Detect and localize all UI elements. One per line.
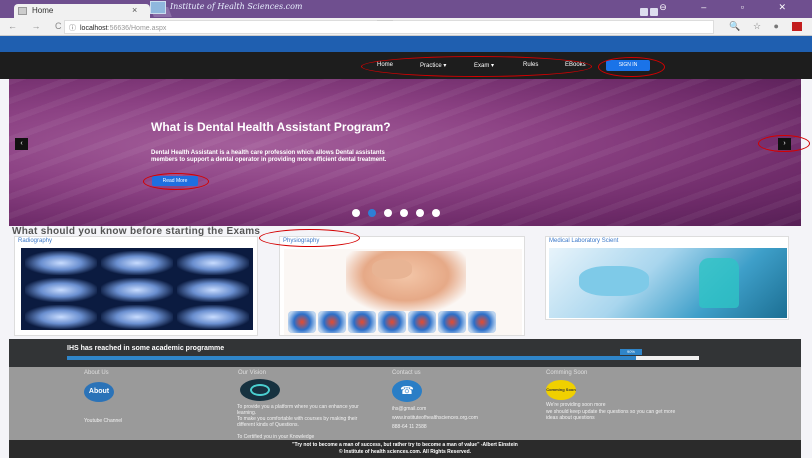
carousel-dot[interactable] <box>352 209 360 217</box>
active-nav-underline <box>377 20 393 21</box>
social-links <box>640 3 660 16</box>
url-input[interactable]: ⓘ localhost:56636/Home.aspx <box>64 20 714 34</box>
browser-titlebar: Home × ⊖ – ▫ ✕ <box>0 0 812 18</box>
xray-image <box>21 248 253 330</box>
annotation-circle-nav <box>361 56 592 77</box>
phone-icon: ☎ <box>392 380 422 402</box>
carousel-dot[interactable] <box>432 209 440 217</box>
window-controls[interactable]: ⊖ – ▫ ✕ <box>659 2 802 13</box>
social-icon[interactable] <box>650 8 658 16</box>
vision-line: To make you comfortable with courses by … <box>237 416 358 428</box>
eye-icon <box>240 379 280 401</box>
card-radiography[interactable]: Radiography <box>14 236 258 336</box>
coming-line: We're providing soon more <box>546 402 606 408</box>
contact-website[interactable]: www.instituteofhealthsciences.org.com <box>392 415 478 421</box>
coming-heading: Comming Soon <box>546 370 588 376</box>
pdf-extension-icon[interactable] <box>792 22 802 31</box>
carousel-prev-button[interactable]: ‹ <box>15 138 28 150</box>
url-host: localhost <box>80 25 108 32</box>
hero-text: Dental Health Assistant is a health care… <box>151 150 387 163</box>
carousel-dot[interactable] <box>384 209 392 217</box>
contact-email[interactable]: ihs@gmail.com <box>392 406 426 412</box>
youtube-link[interactable]: Youtube Channel <box>84 418 122 424</box>
address-bar-icons[interactable]: 🔍 ☆ ● <box>729 21 784 32</box>
annotation-circle-signin <box>598 57 665 77</box>
hero-title: What is Dental Health Assistant Program? <box>151 120 391 134</box>
coming-line: we should keep update the questions so y… <box>546 409 676 421</box>
tab-title: Home <box>32 6 54 15</box>
card-physiography[interactable]: Physiography <box>279 236 525 336</box>
progress-fill <box>67 356 636 360</box>
about-icon[interactable]: About <box>84 382 114 402</box>
carousel-dot[interactable] <box>400 209 408 217</box>
knee-image <box>284 249 522 335</box>
footer-quote: "Try not to become a man of success, but… <box>292 442 518 448</box>
vision-line: To provide you a platform where you can … <box>237 404 359 416</box>
card-title[interactable]: Medical Laboratory Scient <box>549 238 618 244</box>
url-path: :56636/Home.aspx <box>107 25 167 32</box>
hero-carousel <box>9 79 801 226</box>
site-header <box>0 36 812 52</box>
progress-percent-badge: 90% <box>620 349 642 355</box>
card-title[interactable]: Radiography <box>18 238 52 244</box>
about-heading: About Us <box>84 370 109 376</box>
card-medical-lab[interactable]: Medical Laboratory Scient <box>545 236 789 320</box>
site-title[interactable]: Institute of Health Sciences.com <box>170 2 302 11</box>
facebook-icon[interactable] <box>640 8 648 16</box>
browser-nav-buttons[interactable]: ← → C <box>8 21 68 31</box>
annotation-circle-physiography <box>259 229 360 247</box>
footer-copyright: © Institute of health sciences.com. All … <box>338 449 472 455</box>
address-bar-row: ← → C ⓘ localhost:56636/Home.aspx 🔍 ☆ ● <box>0 18 812 36</box>
site-info-icon[interactable]: ⓘ <box>69 25 76 32</box>
progress-section <box>9 339 801 367</box>
logo-icon[interactable] <box>150 1 166 14</box>
carousel-dot[interactable] <box>416 209 424 217</box>
browser-tab[interactable]: Home × <box>14 4 150 18</box>
contact-phone: 888-64 11 2588 <box>392 424 427 430</box>
vision-heading: Our Vision <box>238 370 266 376</box>
lab-image <box>549 248 787 318</box>
tab-close-icon[interactable]: × <box>132 5 137 15</box>
annotation-circle-next <box>758 135 810 152</box>
annotation-circle-readmore <box>143 173 209 190</box>
page-favicon-icon <box>18 7 27 15</box>
coming-soon-icon: Comming Soon <box>546 380 576 400</box>
contact-heading: Contact us <box>392 370 421 376</box>
progress-text: IHS has reached in some academic program… <box>67 345 225 352</box>
carousel-dot[interactable] <box>368 209 376 217</box>
